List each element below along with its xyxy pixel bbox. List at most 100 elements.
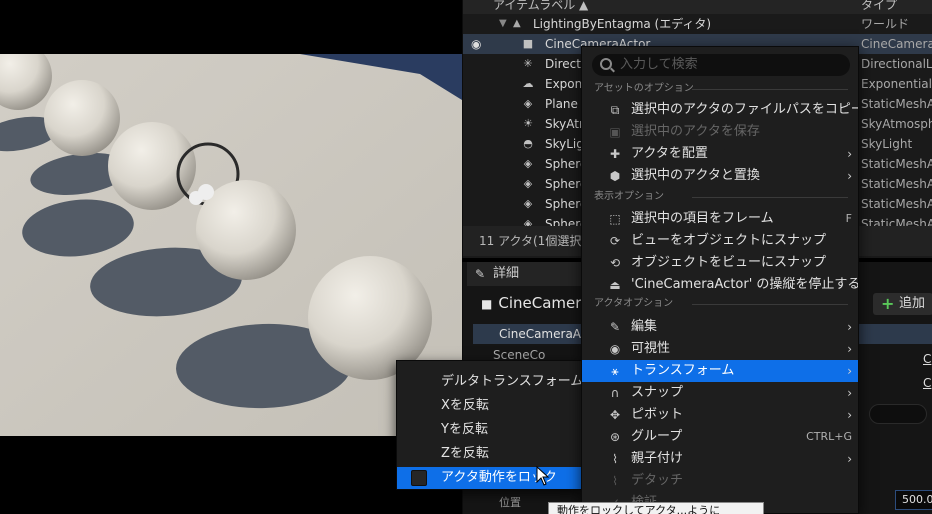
menu-item[interactable]: ⚹ トランスフォーム › <box>582 360 858 382</box>
tab-details[interactable]: ✎ 詳細 <box>467 262 597 286</box>
place-actor-icon: ✚ <box>609 147 621 161</box>
eye-icon: ◉ <box>609 342 621 356</box>
camera-icon: ■ <box>522 37 534 50</box>
outliner-row-type: ExponentialH <box>861 77 932 91</box>
menu-item-label: ピボット <box>631 407 684 422</box>
menu-item-label: 選択中の項目をフレーム <box>631 211 774 226</box>
pivot-icon: ✥ <box>609 408 621 422</box>
submenu-item-label: デルタトランスフォーム <box>441 374 584 389</box>
details-title: ■ CineCamera <box>481 294 591 312</box>
outliner-row-type: StaticMeshA <box>861 157 932 171</box>
add-component-button[interactable]: + 追加 <box>873 293 932 315</box>
menu-item[interactable]: ⊛ グループ CTRL+G <box>582 426 858 448</box>
chevron-right-icon: › <box>847 169 852 183</box>
details-title-text: CineCamera <box>498 294 591 312</box>
submenu-item[interactable]: Yを反転 <box>397 419 581 441</box>
submenu-item[interactable]: デルタトランスフォーム <box>397 371 584 393</box>
position-value-field[interactable]: 500.0 <box>895 490 932 510</box>
cube-icon: ◈ <box>523 197 533 210</box>
chevron-right-icon: › <box>847 320 852 334</box>
submenu-item[interactable]: Zを反転 <box>397 443 581 465</box>
snap-object-icon: ⟲ <box>609 256 621 270</box>
menu-item-label: グループ <box>631 429 683 444</box>
menu-item[interactable]: ⌇ 親子付け › <box>582 448 858 470</box>
outliner-row-type: StaticMeshA <box>861 197 932 211</box>
outliner-row-name: Direct <box>545 57 581 71</box>
menu-item-label: スナップ <box>631 385 684 400</box>
chevron-right-icon: › <box>847 147 852 161</box>
menu-item-label: アクタを配置 <box>631 146 708 161</box>
collapse-arrow-icon[interactable]: ▼ <box>499 14 507 34</box>
save-icon: ▣ <box>609 125 621 139</box>
skylight-icon: ◓ <box>523 137 533 150</box>
outliner-row-type: DirectionalLi <box>861 57 932 71</box>
tooltip: 動作をロックしてアクタ...ように <box>548 502 764 514</box>
search-placeholder: 入力して検索 <box>620 57 698 72</box>
type-column[interactable]: タイプ <box>861 0 897 13</box>
menu-item[interactable]: ∩ スナップ › <box>582 382 858 404</box>
menu-item-label: 'CineCameraActor' の操縦を停止する <box>631 277 859 292</box>
level-name: LightingByEntagma (エディタ) <box>533 17 712 31</box>
menu-shortcut: CTRL+G <box>806 430 852 443</box>
add-label: 追加 <box>899 296 926 311</box>
snap-view-icon: ⟳ <box>609 234 621 248</box>
chevron-right-icon: › <box>847 452 852 466</box>
pencil-icon: ✎ <box>475 267 486 281</box>
cube-icon: ◈ <box>523 177 533 190</box>
viewport-scene <box>0 54 462 436</box>
mouse-cursor-icon <box>536 466 550 486</box>
camera-icon: ■ <box>481 297 493 311</box>
menu-item-label: トランスフォーム <box>631 363 735 378</box>
level-viewport[interactable] <box>0 0 462 514</box>
chevron-right-icon: › <box>847 408 852 422</box>
outliner-row-name: SkyLig <box>545 137 584 151</box>
plus-icon: + <box>881 294 895 313</box>
outliner-row-type: CineCameraA <box>861 37 932 51</box>
menu-item-label: 選択中のアクタのファイルパスをコピー <box>631 102 859 117</box>
menu-item[interactable]: ✚ アクタを配置 › <box>582 143 858 165</box>
menu-item[interactable]: ⟳ ビューをオブジェクトにスナップ <box>582 230 858 252</box>
menu-item: ⌇ デタッチ <box>582 470 858 492</box>
context-search-input[interactable]: 入力して検索 <box>592 54 850 76</box>
menu-item[interactable]: ⟲ オブジェクトをビューにスナップ <box>582 252 858 274</box>
sky-icon: ☀ <box>523 117 533 130</box>
context-menu: 入力して検索 アセットのオプション ⧉ 選択中のアクタのファイルパスをコピー ▣ 選択中… <box>581 46 859 514</box>
menu-item[interactable]: ✎ 編集 › <box>582 316 858 338</box>
menu-item[interactable]: ✥ ピボット › <box>582 404 858 426</box>
outliner-header: アイテムラベル ▲ タイプ <box>463 0 932 14</box>
component-link[interactable]: C <box>923 352 931 366</box>
lock-actor-checkbox-item[interactable]: アクタ動作をロック <box>397 467 581 489</box>
submenu-item-label: Xを反転 <box>441 398 489 413</box>
menu-section-asset: アセットのオプション <box>582 81 858 97</box>
chevron-right-icon: › <box>847 342 852 356</box>
menu-item-label: 選択中のアクタと置換 <box>631 168 760 183</box>
component-link[interactable]: C <box>923 376 931 390</box>
menu-item[interactable]: ⧉ 選択中のアクタのファイルパスをコピー <box>582 99 859 121</box>
detach-icon: ⌇ <box>612 474 618 488</box>
transform-icon: ⚹ <box>611 364 619 378</box>
menu-section-display: 表示オプション <box>582 189 858 205</box>
menu-item[interactable]: ◉ 可視性 › <box>582 338 858 360</box>
menu-shortcut: F <box>845 212 852 225</box>
menu-item-label: 可視性 <box>631 341 671 356</box>
eye-icon[interactable]: ◉ <box>471 34 481 54</box>
menu-item-label: 編集 <box>631 319 658 334</box>
attach-icon: ⌇ <box>612 452 618 466</box>
search-icon <box>600 58 612 70</box>
checkbox[interactable] <box>411 470 427 486</box>
submenu-item-label: Yを反転 <box>441 422 488 437</box>
menu-item[interactable]: ⏏ 'CineCameraActor' の操縦を停止する <box>582 274 859 296</box>
menu-item[interactable]: ⬚ 選択中の項目をフレーム F <box>582 208 858 230</box>
group-icon: ⊛ <box>609 430 621 444</box>
sun-icon: ✳ <box>523 57 533 70</box>
item-label-column[interactable]: アイテムラベル ▲ <box>493 0 588 13</box>
menu-item[interactable]: ⬢ 選択中のアクタと置換 › <box>582 165 858 187</box>
copy-path-icon: ⧉ <box>610 103 620 117</box>
details-input[interactable] <box>869 404 927 424</box>
submenu-item[interactable]: Xを反転 <box>397 395 581 417</box>
outliner-row-name: SkyAtr <box>545 117 584 131</box>
outliner-row-type: StaticMeshA <box>861 177 932 191</box>
outliner-level-row[interactable]: ▼ ▲ LightingByEntagma (エディタ) ワールド <box>463 14 932 34</box>
sphere <box>44 80 120 156</box>
frame-icon: ⬚ <box>609 212 621 226</box>
